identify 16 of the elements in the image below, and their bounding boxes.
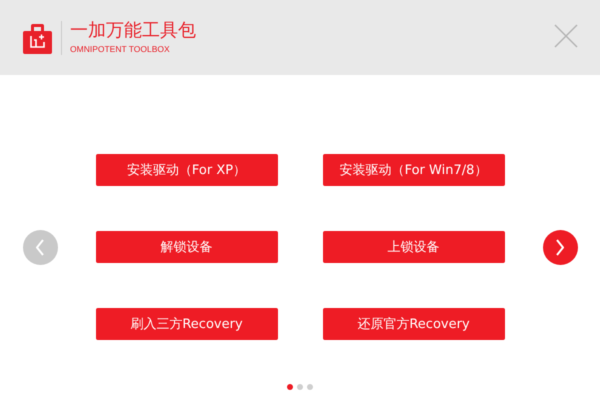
action-button[interactable]: 还原官方Recovery <box>322 308 504 340</box>
page-dot[interactable] <box>297 384 303 390</box>
close-icon[interactable] <box>554 24 578 48</box>
page-dot[interactable] <box>307 384 313 390</box>
app-subtitle: OMNIPOTENT TOOLBOX <box>70 44 171 54</box>
action-button[interactable]: 安装驱动（For XP） <box>96 154 278 186</box>
app-title: 一加万能工具包 <box>70 21 196 41</box>
action-button[interactable]: 安装驱动（For Win7/8） <box>322 154 504 186</box>
action-button[interactable]: 刷入三方Recovery <box>96 308 278 340</box>
chevron-icon <box>556 238 564 256</box>
chevron-icon <box>36 238 44 256</box>
page-dot[interactable] <box>287 384 293 390</box>
toolbox-logo-icon <box>22 22 53 54</box>
next-page-button[interactable] <box>542 230 578 264</box>
action-button[interactable]: 上锁设备 <box>322 231 504 263</box>
action-button[interactable]: 解锁设备 <box>96 231 278 263</box>
